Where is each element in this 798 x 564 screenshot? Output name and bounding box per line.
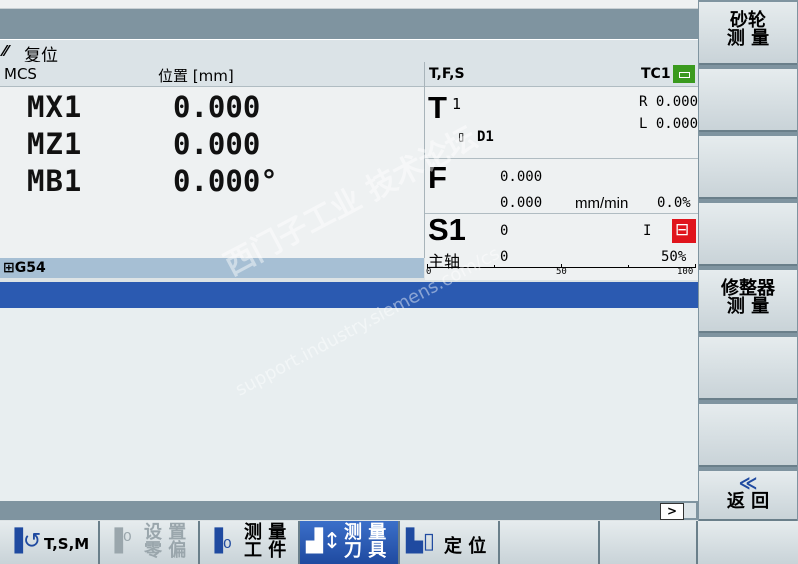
title-bar bbox=[0, 9, 698, 39]
hsk-label: 定 位 bbox=[444, 536, 487, 557]
feed-override: 0.0% bbox=[657, 195, 691, 211]
coord-system-label: MCS bbox=[4, 65, 37, 83]
position-unit-label: 位置 [mm] bbox=[158, 67, 234, 85]
vsk-empty-4[interactable] bbox=[699, 203, 797, 266]
feed-unit: mm/min bbox=[575, 195, 629, 212]
vsk-label-line2: 返 回 bbox=[726, 491, 770, 512]
hsk-label: 设 置 零 偏 bbox=[144, 522, 187, 561]
hsk-set-work-offset[interactable]: ▐⁰ 设 置 零 偏 bbox=[100, 521, 200, 564]
channel-status-icon bbox=[673, 65, 695, 83]
channel-status-row: ⁄⁄ 复位 bbox=[0, 39, 698, 66]
tsm-icon: ▐↺ bbox=[6, 529, 42, 554]
axis-name-mx1: MX1 bbox=[27, 90, 83, 124]
scale-tick bbox=[695, 264, 696, 268]
spindle-direction: I bbox=[643, 223, 652, 239]
tool-number: 1 bbox=[452, 95, 462, 113]
scale-label-100: 100 bbox=[677, 267, 694, 277]
tfs-header: T,F,S TC1 bbox=[425, 62, 698, 87]
vsk-label-line2: 测 量 bbox=[726, 296, 770, 317]
tool-length: L 0.000 bbox=[639, 116, 699, 132]
spindle-name: S1 bbox=[428, 212, 466, 247]
vsk-empty-2[interactable] bbox=[699, 69, 797, 132]
scale-label-50: 50 bbox=[556, 267, 567, 277]
vsk-empty-6[interactable] bbox=[699, 337, 797, 400]
reset-status-icon: ⁄⁄ bbox=[3, 42, 9, 60]
vsk-empty-3[interactable] bbox=[699, 136, 797, 199]
axis-name-mb1: MB1 bbox=[27, 164, 83, 198]
axis-name-mz1: MZ1 bbox=[27, 127, 83, 161]
next-page-button[interactable]: > bbox=[660, 503, 684, 520]
vsk-back-button[interactable]: ≪ 返 回 bbox=[699, 471, 797, 521]
position-panel: MCS 位置 [mm] MX1 0.000 MZ1 0.000 MB1 0.00… bbox=[0, 62, 425, 258]
selection-bar[interactable] bbox=[0, 282, 698, 308]
vsk-dresser-measure[interactable]: 修整器 测 量 bbox=[699, 270, 797, 333]
hsk-label: 测 量 工 件 bbox=[244, 522, 287, 561]
hsk-empty-6[interactable] bbox=[500, 521, 600, 564]
axis-value-mz1: 0.000 bbox=[173, 127, 261, 161]
axis-value-mx1: 0.000 bbox=[173, 90, 261, 124]
work-offset-bar: ⊞G54 bbox=[0, 258, 424, 278]
hsk-measure-workpiece[interactable]: ▐₀ 测 量 工 件 bbox=[200, 521, 300, 564]
position-icon: ▙▯ bbox=[406, 529, 436, 554]
vertical-softkey-bar: 砂轮 测 量 修整器 测 量 ≪ 返 回 bbox=[698, 0, 798, 564]
work-offset-label: ⊞G54 bbox=[3, 260, 46, 276]
top-strip bbox=[0, 0, 698, 9]
position-header: MCS 位置 [mm] bbox=[0, 62, 424, 87]
tfs-panel: T,F,S TC1 T 1 ▯ D1 R 0.000 L 0.000 F 0.0… bbox=[425, 62, 698, 280]
tfs-title: T,F,S bbox=[429, 66, 465, 82]
hsk-empty-8[interactable] bbox=[698, 521, 798, 564]
hsk-empty-7[interactable] bbox=[600, 521, 698, 564]
feed-value-actual: 0.000 bbox=[500, 169, 543, 185]
hsk-position[interactable]: ▙▯ 定 位 bbox=[400, 521, 500, 564]
tool-radius: R 0.000 bbox=[639, 94, 699, 110]
back-chevron-icon: ≪ bbox=[738, 473, 758, 494]
vsk-label-line1: 砂轮 bbox=[730, 10, 766, 31]
hsk-measure-tool[interactable]: ▟↕ 测 量 刀 具 bbox=[300, 521, 400, 564]
spindle-override: 50% bbox=[661, 249, 687, 265]
hsk-label: T,S,M bbox=[44, 535, 90, 553]
vsk-label-line1: 修整器 bbox=[721, 278, 775, 299]
spindle-stop-icon bbox=[672, 219, 696, 243]
channel-label: TC1 bbox=[641, 66, 671, 82]
vsk-grinding-wheel-measure[interactable]: 砂轮 测 量 bbox=[699, 2, 797, 65]
axis-value-mb1: 0.000° bbox=[173, 164, 278, 198]
measure-tool-icon: ▟↕ bbox=[306, 529, 342, 554]
horizontal-scroll-strip bbox=[0, 501, 698, 520]
tool-letter: T bbox=[428, 90, 447, 125]
tfs-separator bbox=[425, 213, 698, 214]
vsk-empty-7[interactable] bbox=[699, 404, 797, 467]
feed-value-set: 0.000 bbox=[500, 195, 543, 211]
scale-tick bbox=[628, 265, 629, 268]
tool-d-label: D1 bbox=[477, 129, 494, 145]
hsk-label: 测 量 刀 具 bbox=[344, 522, 387, 561]
spindle-speed-actual: 0 bbox=[500, 223, 509, 239]
vsk-label-line2: 测 量 bbox=[726, 28, 770, 49]
measure-workpiece-icon: ▐₀ bbox=[206, 529, 232, 554]
scroll-end-cell bbox=[684, 503, 696, 518]
work-offset-icon: ▐⁰ bbox=[106, 529, 132, 554]
hsk-tsm[interactable]: ▐↺ T,S,M bbox=[0, 521, 100, 564]
